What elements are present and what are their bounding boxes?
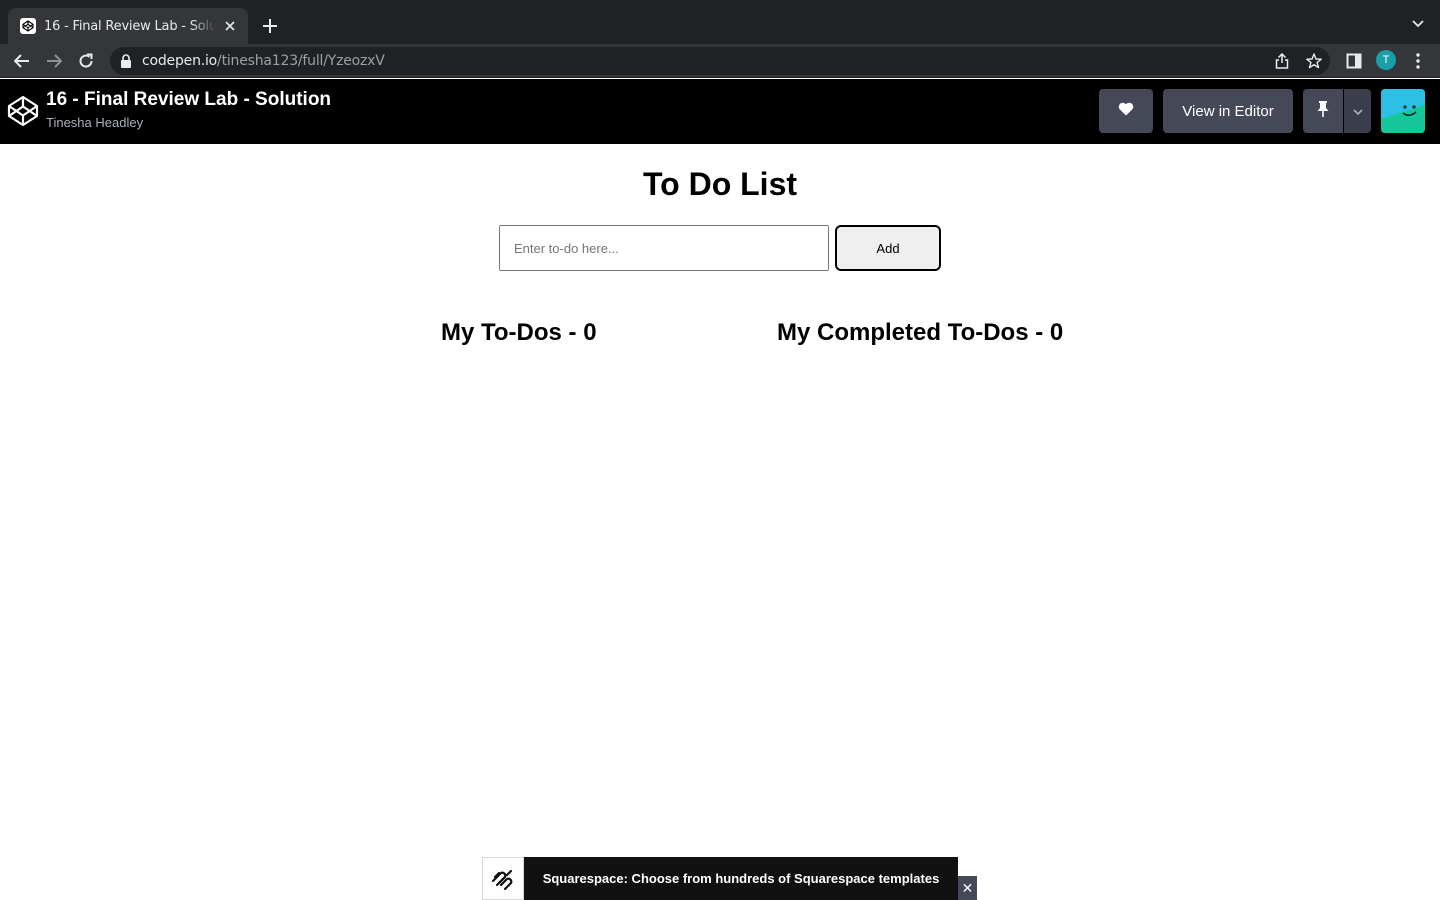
tab-search-chevron-icon[interactable] (1408, 14, 1428, 34)
more-menu-icon[interactable] (1408, 51, 1428, 71)
squarespace-logo-icon (482, 857, 524, 900)
pen-author[interactable]: Tinesha Headley (46, 115, 143, 130)
pin-dropdown-button[interactable] (1344, 89, 1371, 133)
back-arrow-icon[interactable] (10, 49, 34, 73)
forward-arrow-icon[interactable] (42, 49, 66, 73)
address-bar[interactable]: codepen.io/tinesha123/full/YzeozxV (110, 47, 1330, 75)
new-tab-plus-icon[interactable] (258, 14, 282, 38)
ad-close-icon[interactable]: ✕ (958, 876, 977, 900)
browser-tab-strip: 16 - Final Review Lab - Solution (0, 0, 1440, 44)
side-panel-icon[interactable] (1344, 51, 1364, 71)
lock-icon (120, 54, 132, 68)
chevron-down-icon (1352, 102, 1363, 120)
page-title: To Do List (642, 166, 798, 202)
url-text: codepen.io/tinesha123/full/YzeozxV (142, 53, 385, 69)
add-button[interactable]: Add (835, 225, 941, 271)
codepen-favicon-icon (20, 18, 36, 34)
reload-icon[interactable] (74, 49, 98, 73)
browser-toolbar: codepen.io/tinesha123/full/YzeozxV T (0, 44, 1440, 78)
completed-todos-heading: My Completed To-Dos - 0 (777, 319, 1064, 346)
browser-tab[interactable]: 16 - Final Review Lab - Solution (8, 8, 248, 44)
pen-title: 16 - Final Review Lab - Solution (46, 89, 332, 110)
view-in-editor-button[interactable]: View in Editor (1163, 89, 1293, 133)
pin-icon (1317, 100, 1329, 123)
heart-icon (1118, 102, 1134, 121)
codepen-logo-icon[interactable] (7, 95, 39, 127)
share-icon[interactable] (1274, 53, 1290, 69)
user-avatar[interactable] (1381, 89, 1425, 133)
todo-input[interactable] (499, 225, 829, 271)
codepen-header: 16 - Final Review Lab - Solution Tinesha… (0, 79, 1440, 144)
squarespace-ad[interactable]: Squarespace: Choose from hundreds of Squ… (482, 857, 958, 900)
bookmark-star-icon[interactable] (1306, 53, 1322, 69)
tab-title: 16 - Final Review Lab - Solution (44, 18, 216, 34)
todos-heading: My To-Dos - 0 (441, 319, 597, 346)
ad-text: Squarespace: Choose from hundreds of Squ… (524, 857, 958, 900)
like-button[interactable] (1099, 89, 1153, 133)
profile-avatar[interactable]: T (1376, 50, 1396, 70)
tab-close-icon[interactable] (222, 18, 238, 34)
pin-button[interactable] (1303, 89, 1343, 133)
